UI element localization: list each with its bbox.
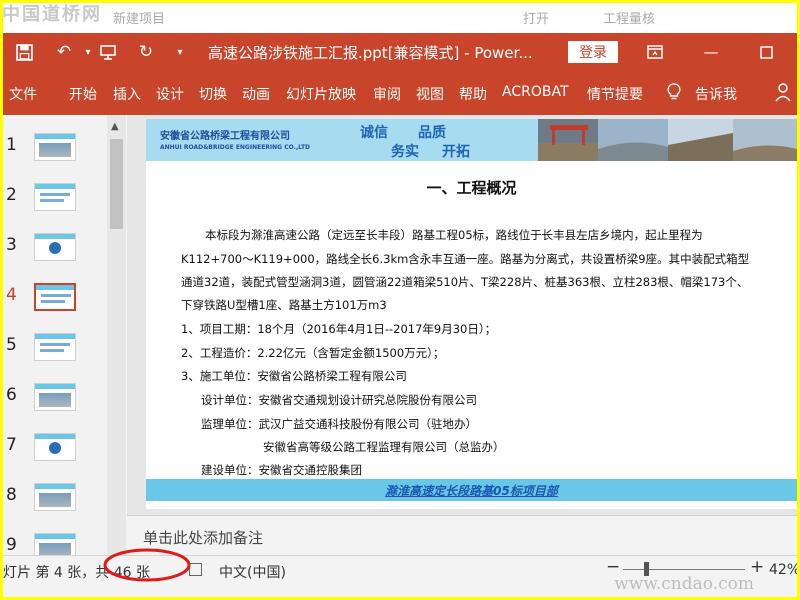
tab-design[interactable]: 设计 [156, 84, 184, 104]
slogan-word: 务实 [391, 144, 419, 160]
slide-banner: 安徽省公路桥梁工程有限公司 ANHUI ROAD&BRIDGE ENGINEER… [146, 119, 797, 161]
construction-photos-image [538, 119, 797, 161]
lightbulb-icon [667, 83, 681, 100]
accessibility-check-icon[interactable] [189, 563, 202, 576]
company-name: 安徽省公路桥梁工程有限公司 [160, 131, 290, 142]
slogan-word: 品质 [418, 125, 446, 141]
slide-footer-band: 滁淮高速定长段路基05标项目部 [146, 479, 797, 501]
thumbnail-scrollbar[interactable]: ▲ [107, 115, 126, 555]
thumbnail-number: 8 [6, 485, 17, 505]
slide-paragraph: 监理单位：武汉广益交通科技股份有限公司（驻地办） [201, 417, 477, 431]
slide-thumbnail[interactable] [34, 433, 76, 461]
company-english-name: ANHUI ROAD&BRIDGE ENGINEERING CO.,LTD [160, 144, 311, 151]
thumbnail-row-4[interactable]: 4 [3, 283, 107, 329]
tab-file[interactable]: 文件 [9, 84, 37, 104]
slide-paragraph: 2、工程造价：2.22亿元（含暂定金额1500万元）； [181, 346, 445, 360]
slide-thumbnail-pane: 1 2 3 4 5 6 7 8 9 ▲ [3, 115, 127, 555]
slide-editor: 安徽省公路桥梁工程有限公司 ANHUI ROAD&BRIDGE ENGINEER… [127, 115, 797, 515]
redo-icon[interactable]: ↻ [133, 39, 159, 65]
thumbnail-row-6[interactable]: 6 [3, 383, 107, 429]
prebar-item-quantity[interactable]: 工程量核 [603, 8, 655, 27]
thumbnail-row-1[interactable]: 1 [3, 133, 107, 179]
prebar-item-open[interactable]: 打开 [523, 8, 549, 27]
tab-slideshow[interactable]: 幻灯片放映 [286, 84, 356, 104]
slide-paragraph: 建设单位：安徽省交通控股集团 [201, 463, 362, 477]
tell-me-search[interactable]: 告诉我 [695, 84, 737, 104]
thumbnail-row-2[interactable]: 2 [3, 183, 107, 229]
slide-thumbnail[interactable] [34, 383, 76, 411]
slide-thumbnail[interactable] [34, 183, 76, 211]
zoom-level[interactable]: 42% [769, 562, 797, 578]
slide-thumbnail[interactable] [34, 133, 76, 161]
prebar-item-new[interactable]: 新建项目 [113, 8, 165, 27]
slide-title: 一、工程概况 [426, 179, 517, 197]
slide-paragraph: 3、施工单位：安徽省公路桥梁工程有限公司 [181, 369, 407, 383]
thumbnail-number: 3 [6, 235, 17, 255]
zoom-slider[interactable] [623, 569, 745, 570]
window-title: 高速公路涉铁施工汇报.ppt[兼容模式] - Power... [208, 44, 533, 62]
tab-storyboarding[interactable]: 情节提要 [587, 84, 643, 104]
slide-counter[interactable]: 幻灯片 第 4 张，共 46 张 [3, 562, 150, 582]
ribbon-tabs: 文件 开始 插入 设计 切换 动画 幻灯片放映 审阅 视图 帮助 ACROBAT… [3, 70, 797, 115]
undo-icon[interactable]: ↶ [51, 39, 77, 65]
thumbnail-row-9[interactable]: 9 [3, 533, 107, 555]
current-slide[interactable]: 安徽省公路桥梁工程有限公司 ANHUI ROAD&BRIDGE ENGINEER… [146, 119, 797, 509]
slide-thumbnail[interactable] [34, 233, 76, 261]
maximize-icon[interactable] [754, 41, 778, 63]
site-watermark-logo: 中国道桥网 [2, 4, 102, 25]
thumbnail-row-3[interactable]: 3 [3, 233, 107, 279]
thumbnail-number: 1 [6, 135, 17, 155]
thumbnail-number: 4 [6, 285, 17, 305]
thumbnail-number: 2 [6, 185, 17, 205]
login-button[interactable]: 登录 [568, 41, 618, 63]
tab-review[interactable]: 审阅 [373, 84, 401, 104]
tab-acrobat[interactable]: ACROBAT [502, 84, 569, 100]
notes-pane[interactable]: 单击此处添加备注 [127, 515, 797, 556]
top-toolbar-strip: 新建项目 打开 工程量核 [3, 3, 797, 33]
minimize-icon[interactable]: — [699, 41, 723, 63]
language-indicator[interactable]: 中文(中国) [219, 562, 286, 582]
share-user-icon[interactable] [775, 82, 797, 102]
tab-view[interactable]: 视图 [416, 84, 444, 104]
tab-home[interactable]: 开始 [69, 84, 97, 104]
thumbnail-number: 6 [6, 385, 17, 405]
title-bar: ↶ ▾ ↻ ▾ 高速公路涉铁施工汇报.ppt[兼容模式] - Power... … [3, 33, 797, 70]
slogan-word: 诚信 [360, 125, 388, 141]
thumbnail-row-7[interactable]: 7 [3, 433, 107, 479]
slide-paragraph: 1、项目工期：18个月（2016年4月1日--2017年9月30日）； [181, 322, 497, 336]
thumbnail-number: 9 [6, 535, 17, 555]
scroll-up-icon[interactable]: ▲ [111, 121, 119, 132]
site-watermark-url: www.cndao.com [614, 574, 754, 594]
slide-paragraph: 安徽省高等级公路工程监理有限公司（总监办） [263, 440, 505, 454]
tab-transitions[interactable]: 切换 [199, 84, 227, 104]
thumbnail-row-8[interactable]: 8 [3, 483, 107, 529]
present-icon[interactable] [95, 39, 121, 65]
slide-paragraph: K112+700～K119+000，路线全长6.3km含永丰互通一座。路基为分离… [181, 252, 750, 266]
thumbnail-number: 5 [6, 335, 17, 355]
slide-thumbnail[interactable] [34, 533, 76, 555]
notes-placeholder[interactable]: 单击此处添加备注 [143, 527, 263, 548]
tab-animations[interactable]: 动画 [242, 84, 270, 104]
slide-footer-text: 滁淮高速定长段路基05标项目部 [385, 484, 558, 498]
slide-thumbnail[interactable] [34, 333, 76, 361]
tab-help[interactable]: 帮助 [459, 84, 487, 104]
slide-thumbnail[interactable] [34, 483, 76, 511]
thumbnail-row-5[interactable]: 5 [3, 333, 107, 379]
slide-paragraph: 下穿铁路U型槽1座、路基土方101万m3 [181, 298, 387, 312]
slide-paragraph: 通道32道，装配式管型涵洞3道，圆管涵22道箱梁510片、T梁228片、桩基36… [181, 275, 749, 289]
save-icon[interactable] [11, 39, 37, 65]
slide-paragraph: 本标段为滁淮高速公路（定远至长丰段）路基工程05标，路线位于长丰县左店乡境内，起… [205, 228, 703, 242]
tab-insert[interactable]: 插入 [113, 84, 141, 104]
scrollbar-thumb[interactable] [110, 139, 123, 229]
customize-toolbar-icon[interactable]: ▾ [167, 39, 193, 65]
slogan-word: 开拓 [442, 144, 470, 160]
thumbnail-number: 7 [6, 435, 17, 455]
powerpoint-window: 新建项目 打开 工程量核 ↶ ▾ ↻ ▾ 高速公路涉铁施工汇报.ppt[兼容模式… [3, 3, 797, 597]
ribbon-display-icon[interactable] [643, 41, 667, 63]
slide-paragraph: 设计单位：安徽省交通规划设计研究总院股份有限公司 [201, 393, 477, 407]
slide-thumbnail-active[interactable] [34, 283, 76, 311]
